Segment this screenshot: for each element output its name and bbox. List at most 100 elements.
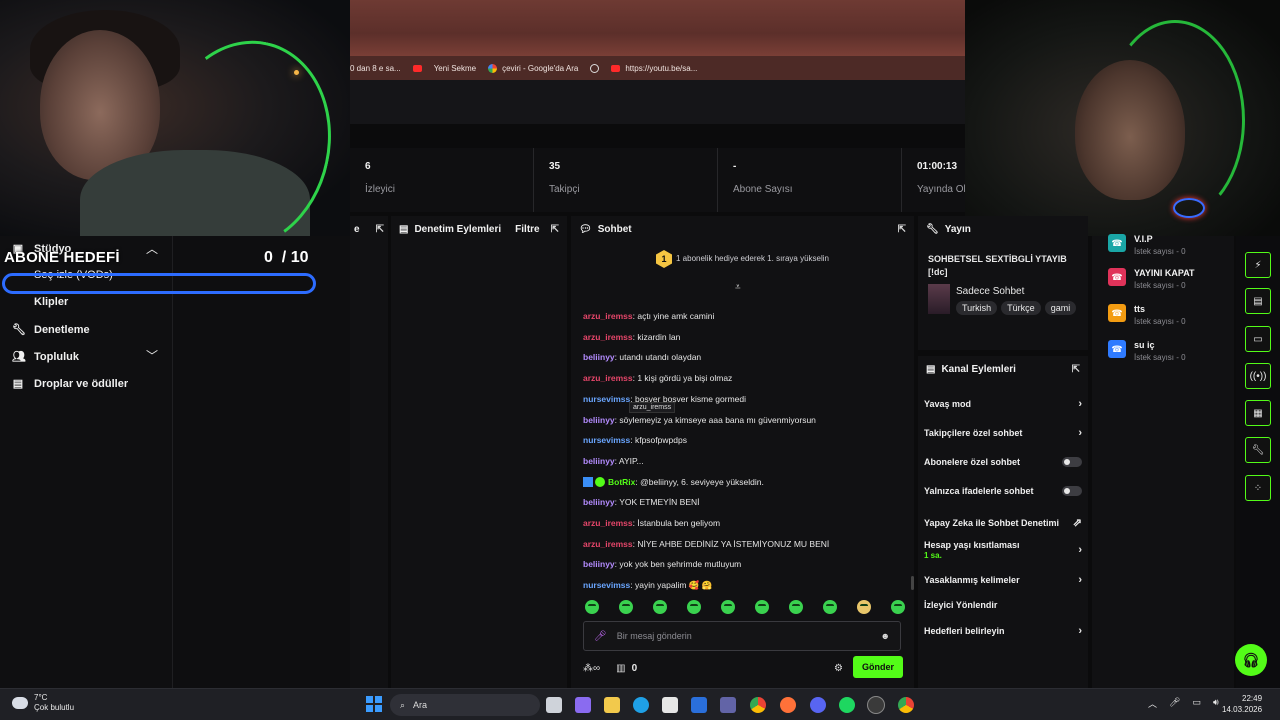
header-band [350, 80, 965, 124]
reward-item[interactable]: ☎ V.I.P İstek sayısı - 0 [1108, 234, 1186, 256]
subscribers-only-item[interactable]: Abonelere özel sohbet [924, 457, 1082, 467]
gear-icon[interactable]: ⚙︎ [834, 663, 843, 674]
lightning-icon[interactable]: ⚡︎ [1245, 252, 1271, 278]
emote-icon[interactable] [891, 600, 905, 614]
sidebar-item-moderation[interactable]: 🔧︎ Denetleme [12, 323, 90, 337]
stream-category: Sadece Sohbet [956, 286, 1025, 297]
bookmark-ceviri[interactable]: çeviri - Google'da Ara [488, 63, 578, 73]
weather-widget[interactable]: 7°C Çok bulutlu [12, 693, 74, 713]
chat-icon[interactable]: ▭ [1245, 326, 1271, 352]
chat-message: arzu_iremss: 1 kişi gördü ya bişi olmaz [583, 373, 733, 384]
emote-bar [585, 600, 905, 614]
mail-icon[interactable] [691, 697, 707, 713]
weather-text: Çok bulutlu [34, 703, 75, 712]
microphone-icon[interactable]: 🎤︎ [594, 631, 607, 642]
emoji-icon[interactable]: ☻ [881, 631, 890, 641]
copilot-icon[interactable] [575, 697, 591, 713]
slow-mode-item[interactable]: Yavaş mod › [924, 398, 1082, 410]
chevron-right-icon: › [1078, 544, 1082, 556]
reward-icon: ☎ [1108, 268, 1126, 286]
spotify-icon[interactable] [839, 697, 855, 713]
wrench-icon[interactable]: 🔧︎ [1245, 437, 1271, 463]
task-view-icon[interactable] [546, 697, 562, 713]
stream-stats: 6 İzleyici 35 Takipçi - Abone Sayısı 01:00:… [350, 148, 965, 212]
subscribers-only-toggle[interactable] [1062, 457, 1082, 467]
teams-icon[interactable] [720, 697, 736, 713]
bookmark-globe[interactable] [590, 63, 600, 73]
emote-icon[interactable] [687, 600, 701, 614]
sidebar: ▣ Stüdyo ︿ Seç-izle (VODs) Klipler 🔧︎ Dene… [0, 236, 172, 688]
sidebar-item-drops[interactable]: ▤ Droplar ve ödüller [12, 377, 128, 391]
emotes-only-toggle[interactable] [1062, 486, 1082, 496]
banned-words-item[interactable]: Yasaklanmış kelimeler › [924, 574, 1082, 586]
account-age-item[interactable]: Hesap yaşı kısıtlaması 1 sa. › [924, 540, 1082, 560]
reward-item[interactable]: ☎ YAYINI KAPAT İstek sayısı - 0 [1108, 268, 1195, 290]
file-explorer-icon[interactable] [604, 697, 620, 713]
chrome-icon[interactable] [750, 697, 766, 713]
bookmark-youtube[interactable] [412, 64, 422, 72]
goals-item[interactable]: Hedefleri belirleyin › [924, 625, 1082, 637]
taskbar-clock[interactable]: 22:49 14.03.2026 [1222, 693, 1262, 715]
bookmark-1[interactable]: 0 dan 8 e sa... [350, 64, 401, 73]
ai-moderation-item[interactable]: Yapay Zeka ile Sohbet Denetimi ⇗ [924, 516, 1082, 529]
tag-chip[interactable]: gami [1044, 301, 1077, 315]
emote-icon[interactable] [789, 600, 803, 614]
panel-title: Denetim Eylemleri [414, 223, 502, 235]
bookmark-youtu-be[interactable]: https://youtu.be/sa... [611, 64, 697, 73]
gift-box-icon[interactable]: ▥ [616, 663, 625, 674]
obs-icon[interactable] [868, 697, 884, 713]
community-icon: 👥︎ [12, 351, 26, 363]
followers-only-item[interactable]: Takipçilere özel sohbet › [924, 427, 1082, 439]
support-button[interactable]: 🎧︎ [1235, 644, 1267, 676]
popout-icon[interactable]: ⇱ [898, 224, 906, 235]
emote-icon[interactable] [755, 600, 769, 614]
sidebar-item-clips[interactable]: Klipler [34, 296, 68, 308]
chat-scrollbar[interactable] [911, 576, 914, 590]
community-icon[interactable]: ⁘ [1245, 475, 1271, 501]
document-icon[interactable]: ▤ [1245, 288, 1271, 314]
tag-chip[interactable]: Turkish [956, 301, 998, 315]
gift-banner[interactable]: 11 abonelik hediye ederek 1. sıraya yüks… [571, 250, 914, 268]
send-button[interactable]: Gönder [853, 656, 903, 678]
popout-icon[interactable]: ⇱ [376, 224, 384, 235]
emote-icon[interactable] [653, 600, 667, 614]
reward-item[interactable]: ☎ tts İstek sayısı - 0 [1108, 304, 1186, 326]
reward-item[interactable]: ☎ su iç İstek sayısı - 0 [1108, 340, 1186, 362]
layout-icon[interactable]: ▦ [1245, 400, 1271, 426]
broadcast-icon[interactable]: ((•)) [1245, 363, 1271, 389]
microphone-icon[interactable]: 🎤︎ [1169, 697, 1180, 710]
emote-icon[interactable] [585, 600, 599, 614]
start-icon[interactable] [366, 696, 382, 712]
emote-icon[interactable] [823, 600, 837, 614]
volume-icon[interactable]: 🔊︎ [1213, 697, 1219, 710]
raid-item[interactable]: İzleyici Yönlendir [924, 600, 1082, 610]
points-infinite-icon[interactable]: ⁂∞ [583, 663, 600, 674]
pin-icon[interactable]: ⩡ [735, 282, 741, 293]
sidebar-item-community[interactable]: 👥︎ Topluluk [12, 350, 79, 364]
youtube-icon [611, 64, 621, 72]
network-icon[interactable]: ▭ [1192, 697, 1201, 710]
bookmark-yeni-sekme[interactable]: Yeni Sekme [434, 64, 476, 73]
reward-icon: ☎ [1108, 234, 1126, 252]
tag-chip[interactable]: Türkçe [1001, 301, 1041, 315]
edge-icon[interactable] [633, 697, 649, 713]
popout-icon[interactable]: ⇱ [551, 224, 559, 235]
chevron-right-icon: › [1078, 574, 1082, 586]
chevron-down-icon[interactable]: ﹀ [146, 347, 158, 364]
emote-icon[interactable] [857, 600, 871, 614]
chat-input[interactable]: 🎤︎ Bir mesaj gönderin ☻ [583, 621, 901, 651]
store-icon[interactable] [662, 697, 678, 713]
wrench-icon: 🔧︎ [12, 324, 26, 336]
chevron-up-icon[interactable]: ︿ [146, 240, 158, 257]
panel-mod-actions: ▤ Denetim Eylemleri Filtre ⇱ [391, 216, 567, 688]
emote-icon[interactable] [721, 600, 735, 614]
taskbar-search[interactable]: ⌕ Ara [390, 694, 540, 716]
discord-icon[interactable] [810, 697, 826, 713]
emote-icon[interactable] [619, 600, 633, 614]
emotes-only-item[interactable]: Yalnızca ifadelerle sohbet [924, 486, 1082, 496]
chevron-up-icon[interactable]: ︿ [1148, 697, 1157, 710]
chrome-profile-icon[interactable] [898, 697, 914, 713]
popout-icon[interactable]: ⇱ [1072, 364, 1080, 375]
firefox-icon[interactable] [780, 697, 796, 713]
filter-button[interactable]: Filtre [515, 224, 539, 235]
